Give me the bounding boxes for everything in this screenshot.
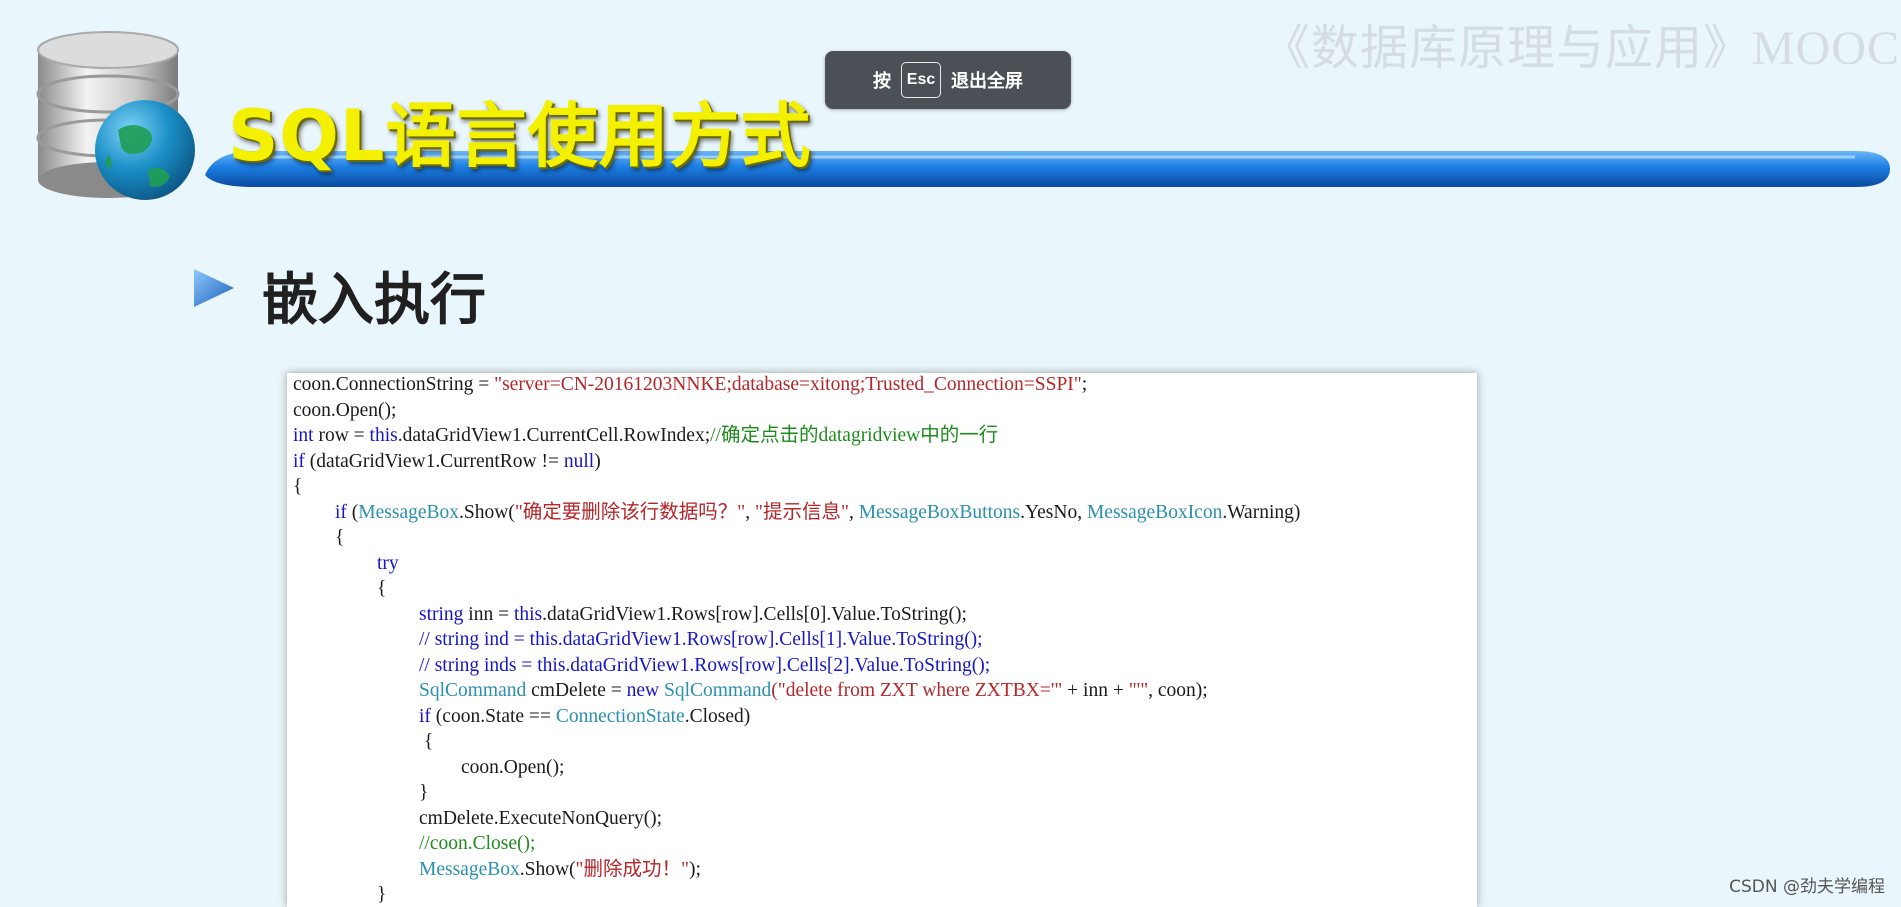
course-watermark: 《数据库原理与应用》MOOC xyxy=(1262,22,1901,75)
code-token: //coon.Close(); xyxy=(419,833,536,854)
esc-hint-exit: 退出全屏 xyxy=(951,71,1023,92)
code-token: "server=CN-20161203NNKE;database=xitong;… xyxy=(494,374,1082,395)
code-token: ; xyxy=(1081,374,1088,395)
code-token: "删除成功！" xyxy=(575,858,689,880)
code-token: } xyxy=(377,884,387,905)
code-line: { xyxy=(293,475,302,499)
code-token: { xyxy=(419,731,434,752)
code-token: cmDelete = xyxy=(526,680,627,701)
code-token: .dataGridView1.CurrentCell.RowIndex; xyxy=(397,425,711,446)
code-token: MessageBoxButtons xyxy=(858,501,1021,523)
code-line: // string ind = this.dataGridView1.Rows[… xyxy=(419,628,983,652)
code-token: MessageBox xyxy=(358,501,460,523)
code-line: { xyxy=(335,526,344,550)
code-token: "提示信息" xyxy=(755,501,849,523)
code-token: ("delete from ZXT where ZXTBX='" xyxy=(771,680,1063,701)
code-token: int xyxy=(293,425,314,446)
code-line: string inn = this.dataGridView1.Rows[row… xyxy=(419,603,967,627)
code-token: MessageBoxIcon xyxy=(1086,501,1223,523)
code-line: //coon.Close(); xyxy=(419,832,535,856)
code-token: row = xyxy=(313,425,370,446)
code-snippet: coon.ConnectionString = "server=CN-20161… xyxy=(287,373,1477,907)
code-line: // string inds = this.dataGridView1.Rows… xyxy=(419,654,990,678)
code-token: { xyxy=(377,578,387,599)
code-line: try xyxy=(377,552,399,576)
code-token: .dataGridView1.Rows[row].Cells[0].Value.… xyxy=(542,603,967,625)
code-token: string xyxy=(419,603,464,625)
code-line: if (MessageBox.Show("确定要删除该行数据吗？", "提示信息… xyxy=(335,501,1300,525)
code-token: inn = xyxy=(463,603,514,625)
code-token: { xyxy=(293,476,303,497)
code-token: null xyxy=(563,450,595,472)
code-token: if xyxy=(419,705,431,727)
code-token: .Show( xyxy=(519,858,576,880)
code-token: .Show( xyxy=(459,501,515,523)
code-token: .Warning) xyxy=(1222,501,1301,523)
esc-hint-press: 按 xyxy=(873,71,891,92)
code-line: if (dataGridView1.CurrentRow != null) xyxy=(293,450,601,474)
code-line: int row = this.dataGridView1.CurrentCell… xyxy=(293,424,998,448)
code-token: + inn + xyxy=(1062,680,1129,701)
code-token: SqlCommand xyxy=(419,680,527,701)
section-heading: 嵌入执行 xyxy=(262,268,486,333)
code-line: { xyxy=(377,577,386,601)
code-token: // string inds = this.dataGridView1.Rows… xyxy=(419,654,991,676)
code-token: if xyxy=(335,501,347,523)
csdn-credit: CSDN @劲夫学编程 xyxy=(1729,877,1885,897)
code-token: { xyxy=(335,527,345,548)
code-token: (dataGridView1.CurrentRow != xyxy=(304,450,564,472)
code-token: coon.Open(); xyxy=(293,399,397,421)
code-token: cmDelete.ExecuteNonQuery(); xyxy=(419,807,663,829)
code-line: coon.Open(); xyxy=(293,399,396,423)
code-token: ) xyxy=(594,450,601,472)
code-token: this xyxy=(513,603,543,625)
code-token: //确定点击的datagridview中的一行 xyxy=(710,425,999,446)
triangle-bullet-icon xyxy=(194,269,234,307)
code-line: } xyxy=(377,883,386,907)
database-globe-icon xyxy=(36,31,195,200)
code-token: "'" xyxy=(1128,680,1149,701)
code-token: } xyxy=(419,782,429,803)
code-line: MessageBox.Show("删除成功！"); xyxy=(419,858,701,882)
code-token: .Closed) xyxy=(684,705,751,727)
code-token: .YesNo, xyxy=(1020,501,1087,523)
code-token: try xyxy=(377,552,399,574)
code-token: SqlCommand xyxy=(663,680,772,701)
code-token: , xyxy=(848,501,859,523)
exit-fullscreen-hint: 按 Esc 退出全屏 xyxy=(825,51,1071,109)
code-line: if (coon.State == ConnectionState.Closed… xyxy=(419,705,750,729)
code-token: , coon); xyxy=(1148,680,1208,701)
code-token: coon.Open(); xyxy=(461,756,565,778)
code-line: cmDelete.ExecuteNonQuery(); xyxy=(419,807,662,831)
code-line: SqlCommand cmDelete = new SqlCommand("de… xyxy=(419,679,1208,703)
esc-key-badge: Esc xyxy=(901,62,941,98)
code-line: { xyxy=(419,730,433,754)
code-token: coon.ConnectionString = xyxy=(293,374,495,395)
code-line: coon.ConnectionString = "server=CN-20161… xyxy=(293,373,1087,397)
code-token: ); xyxy=(688,858,701,880)
code-token: , xyxy=(745,501,756,523)
code-token: (coon.State == xyxy=(430,705,556,727)
code-token: this xyxy=(369,425,398,446)
code-token: MessageBox xyxy=(419,858,520,880)
code-token: if xyxy=(293,450,305,472)
code-token: new xyxy=(626,680,660,701)
code-token: ( xyxy=(346,501,359,523)
code-line: coon.Open(); xyxy=(461,756,564,780)
code-token: "确定要删除该行数据吗？" xyxy=(514,501,746,523)
slide-title: SQL语言使用方式 xyxy=(228,95,812,177)
code-token: ConnectionState xyxy=(555,705,685,727)
code-line: } xyxy=(419,781,428,805)
code-token: // string ind = this.dataGridView1.Rows[… xyxy=(419,629,983,650)
